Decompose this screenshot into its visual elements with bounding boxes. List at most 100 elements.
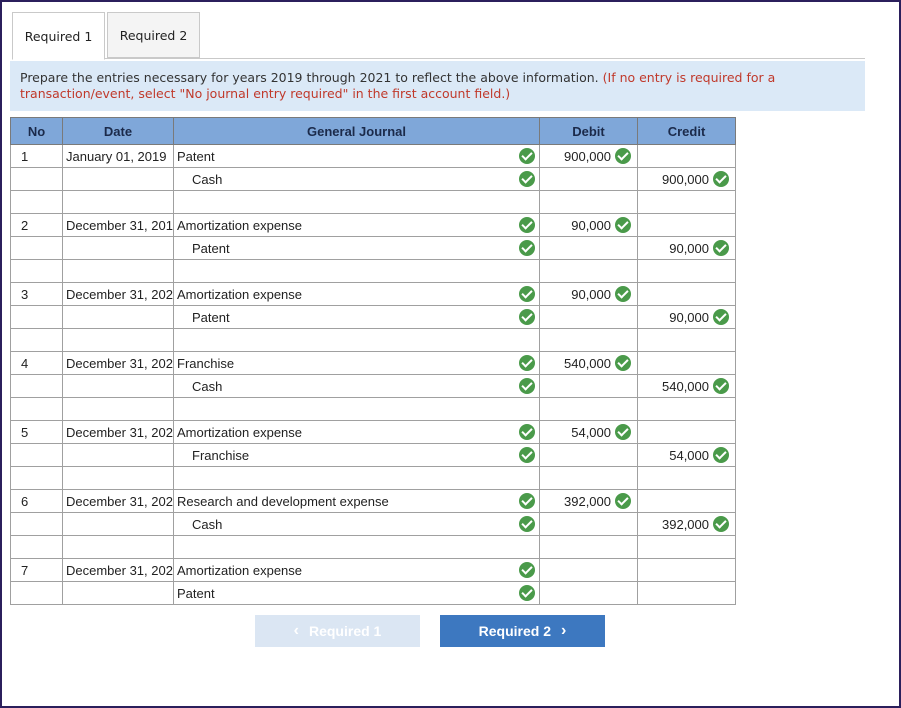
- debit-account-field[interactable]: Amortization expense: [173, 213, 540, 237]
- spacer-cell: [637, 535, 736, 559]
- spacer-cell: [539, 535, 638, 559]
- credit-amount-text: 392,000: [662, 516, 709, 532]
- debit-account-text: Amortization expense: [177, 217, 303, 233]
- date-field[interactable]: December 31, 202: [62, 351, 174, 375]
- debit-amount-field[interactable]: 392,000: [539, 489, 638, 513]
- table-row: Cash 392,000: [10, 512, 736, 536]
- credit-amount-wrap: 900,000: [662, 171, 729, 187]
- credit-amount-field[interactable]: 392,000: [637, 512, 736, 536]
- check-icon: [615, 355, 631, 371]
- date-text: January 01, 2019: [66, 148, 167, 164]
- entry-number: 2: [10, 213, 63, 237]
- check-icon: [519, 585, 535, 601]
- credit-amount-field[interactable]: [637, 282, 736, 306]
- debit-amount-field[interactable]: 54,000: [539, 420, 638, 444]
- debit-amount-text: 540,000: [564, 355, 611, 371]
- tab-required-1[interactable]: Required 1: [12, 12, 105, 60]
- table-row: 6 December 31, 202 Research and developmen…: [10, 489, 736, 513]
- date-field[interactable]: December 31, 201: [62, 213, 174, 237]
- date-text: December 31, 202: [66, 286, 173, 302]
- spacer-row: [10, 397, 736, 421]
- credit-amount-field[interactable]: [637, 581, 736, 605]
- debit-amount-wrap: 392,000: [564, 493, 631, 509]
- credit-amount-field[interactable]: 540,000: [637, 374, 736, 398]
- debit-amount-field[interactable]: [539, 236, 638, 260]
- check-icon: [713, 516, 729, 532]
- check-icon: [519, 355, 535, 371]
- table-row: 3 December 31, 202 Amortization expense 90,…: [10, 282, 736, 306]
- check-icon: [519, 493, 535, 509]
- credit-account-field[interactable]: Cash: [173, 167, 540, 191]
- credit-amount-field[interactable]: [637, 558, 736, 582]
- credit-amount-field[interactable]: [637, 213, 736, 237]
- header-general-journal: General Journal: [173, 117, 540, 145]
- spacer-cell: [10, 535, 63, 559]
- date-field[interactable]: December 31, 202: [62, 489, 174, 513]
- credit-account-field[interactable]: Patent: [173, 305, 540, 329]
- check-icon: [713, 171, 729, 187]
- check-icon: [713, 447, 729, 463]
- prev-button[interactable]: ‹ Required 1: [255, 615, 420, 647]
- date-field[interactable]: December 31, 202: [62, 420, 174, 444]
- credit-amount-text: 540,000: [662, 378, 709, 394]
- next-button[interactable]: Required 2 ›: [440, 615, 605, 647]
- credit-account-field[interactable]: Patent: [173, 581, 540, 605]
- spacer-cell: [62, 466, 174, 490]
- credit-amount-field[interactable]: 900,000: [637, 167, 736, 191]
- check-icon: [519, 516, 535, 532]
- spacer-row: [10, 535, 736, 559]
- entry-number-text: 7: [21, 562, 29, 578]
- entry-number-text: 5: [21, 424, 29, 440]
- debit-account-field[interactable]: Amortization expense: [173, 558, 540, 582]
- debit-account-field[interactable]: Franchise: [173, 351, 540, 375]
- debit-account-field[interactable]: Patent: [173, 144, 540, 168]
- entry-number: 6: [10, 489, 63, 513]
- prev-button-label: Required 1: [308, 623, 382, 639]
- credit-amount-field[interactable]: [637, 144, 736, 168]
- debit-amount-field[interactable]: 540,000: [539, 351, 638, 375]
- check-icon: [615, 493, 631, 509]
- check-icon: [519, 562, 535, 578]
- date-field-empty: [62, 512, 174, 536]
- credit-amount-field[interactable]: [637, 351, 736, 375]
- debit-amount-field[interactable]: 90,000: [539, 282, 638, 306]
- table-row: Patent 90,000: [10, 236, 736, 260]
- credit-account-field[interactable]: Patent: [173, 236, 540, 260]
- debit-amount-field[interactable]: 90,000: [539, 213, 638, 237]
- tab-required-2[interactable]: Required 2: [107, 12, 200, 58]
- spacer-cell: [539, 259, 638, 283]
- spacer-cell: [10, 397, 63, 421]
- debit-amount-field[interactable]: [539, 512, 638, 536]
- check-icon: [519, 171, 535, 187]
- credit-amount-field[interactable]: 90,000: [637, 305, 736, 329]
- debit-amount-field[interactable]: [539, 443, 638, 467]
- debit-amount-field[interactable]: [539, 558, 638, 582]
- credit-account-field[interactable]: Cash: [173, 512, 540, 536]
- debit-amount-field[interactable]: [539, 374, 638, 398]
- debit-account-field[interactable]: Amortization expense: [173, 282, 540, 306]
- check-icon: [713, 309, 729, 325]
- date-field-empty: [62, 305, 174, 329]
- table-row: 2 December 31, 201 Amortization expense 90,…: [10, 213, 736, 237]
- credit-amount-field[interactable]: [637, 420, 736, 444]
- debit-amount-field[interactable]: [539, 167, 638, 191]
- credit-account-field[interactable]: Franchise: [173, 443, 540, 467]
- date-field[interactable]: January 01, 2019: [62, 144, 174, 168]
- debit-amount-text: 90,000: [571, 286, 611, 302]
- credit-amount-text: 900,000: [662, 171, 709, 187]
- credit-amount-field[interactable]: [637, 489, 736, 513]
- credit-account-text: Cash: [192, 516, 223, 532]
- credit-account-field[interactable]: Cash: [173, 374, 540, 398]
- entry-number-empty: [10, 443, 63, 467]
- date-field[interactable]: December 31, 202: [62, 282, 174, 306]
- debit-amount-field[interactable]: [539, 581, 638, 605]
- debit-account-field[interactable]: Amortization expense: [173, 420, 540, 444]
- credit-account-text: Patent: [192, 240, 230, 256]
- debit-account-field[interactable]: Research and development expense: [173, 489, 540, 513]
- debit-amount-field[interactable]: 900,000: [539, 144, 638, 168]
- date-field-empty: [62, 236, 174, 260]
- credit-amount-field[interactable]: 54,000: [637, 443, 736, 467]
- credit-amount-field[interactable]: 90,000: [637, 236, 736, 260]
- debit-amount-field[interactable]: [539, 305, 638, 329]
- date-field[interactable]: December 31, 202: [62, 558, 174, 582]
